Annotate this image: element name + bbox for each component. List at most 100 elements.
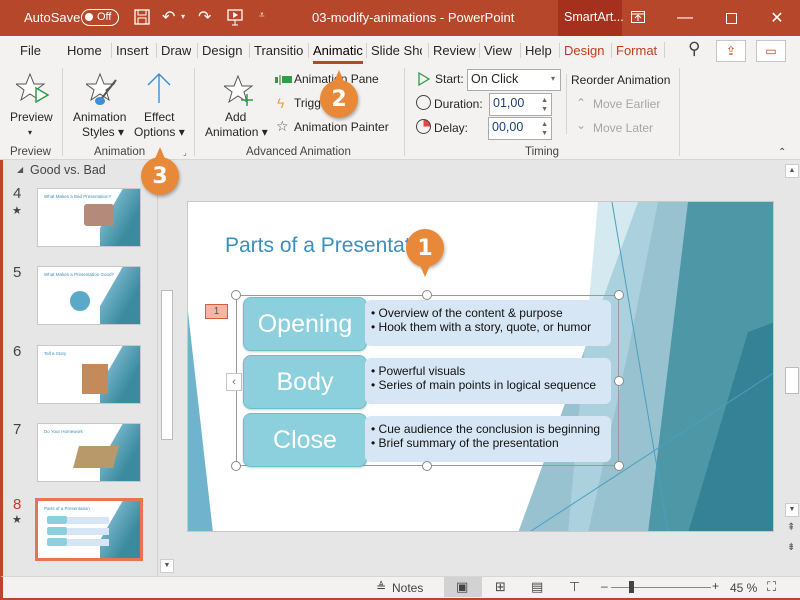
thumbnails-scrollbar[interactable]: ▼ — [157, 160, 175, 576]
animation-order-tag[interactable]: 1 — [205, 304, 228, 319]
zoom-level[interactable]: 45 % — [730, 581, 757, 595]
document-title: 03-modify-animations - PowerPoint — [312, 10, 515, 25]
slide-thumbnail[interactable]: Do Your Homework — [37, 423, 141, 482]
add-animation-button[interactable]: Add Animation ▾ — [202, 68, 272, 140]
resize-handle[interactable] — [614, 461, 624, 471]
minimize-icon: — — [677, 9, 693, 26]
smartart-shape-body[interactable]: Body — [243, 355, 367, 409]
next-slide-icon[interactable]: ⇟ — [787, 542, 795, 553]
resize-handle[interactable] — [614, 290, 624, 300]
save-icon[interactable] — [134, 9, 150, 25]
tab-smartart-design[interactable]: Design — [559, 43, 604, 58]
delay-clock-icon — [416, 119, 431, 134]
minimize-button[interactable]: — — [662, 0, 708, 36]
zoom-slider[interactable] — [611, 587, 711, 588]
section-title[interactable]: Good vs. Bad — [30, 163, 106, 177]
delay-input[interactable]: 00,00 ▲ ▼ — [488, 117, 552, 140]
start-dropdown[interactable]: On Click ▾ — [467, 69, 561, 91]
add-animation-icon — [224, 74, 254, 106]
slideshow-view-icon[interactable]: ⊤ — [569, 579, 580, 595]
notes-button[interactable]: ≜ Notes — [376, 577, 436, 597]
zoom-out-icon[interactable]: – — [601, 579, 608, 593]
smartart-text-body[interactable]: • Powerful visuals • Series of main point… — [365, 358, 611, 404]
chevron-down-icon: ⌄ — [576, 118, 587, 132]
smartart-shape-opening[interactable]: Opening — [243, 297, 367, 351]
move-later-button[interactable]: ⌄ Move Later — [576, 118, 676, 136]
undo-icon[interactable]: ↶ — [162, 7, 175, 27]
resize-handle[interactable] — [231, 461, 241, 471]
tab-home[interactable]: Home — [67, 43, 102, 58]
close-button[interactable]: ✕ — [754, 0, 800, 36]
previous-slide-icon[interactable]: ⇞ — [787, 522, 795, 533]
search-icon[interactable]: ⚲ — [688, 39, 700, 59]
resize-handle[interactable] — [422, 290, 432, 300]
tab-review[interactable]: Review — [428, 43, 476, 58]
resize-handle[interactable] — [231, 290, 241, 300]
normal-view-button[interactable]: ▣ — [444, 577, 482, 597]
customize-qat-icon[interactable]: ⩡ — [259, 10, 265, 21]
callout-badge: 1 — [406, 229, 444, 277]
slide-thumbnail[interactable]: Tell a Story — [37, 345, 141, 404]
ribbon: Preview ▾ Preview Animation Styles ▾ Eff… — [0, 64, 800, 160]
comments-button[interactable]: ▭ — [756, 40, 786, 62]
effect-options-button[interactable]: Effect Options ▾ — [134, 68, 188, 140]
smartart-text-close[interactable]: • Cue audience the conclusion is beginni… — [365, 416, 611, 462]
arrow-up-icon — [147, 73, 171, 103]
resize-handle[interactable] — [614, 376, 624, 386]
animation-pane-icon — [275, 75, 292, 85]
tab-insert[interactable]: Insert — [111, 43, 149, 58]
tab-file[interactable]: File — [20, 43, 41, 58]
animation-styles-button[interactable]: Animation Styles ▾ — [70, 68, 134, 140]
zoom-slider-thumb[interactable] — [629, 581, 634, 593]
dialog-launcher-icon[interactable]: ⌟ — [183, 148, 187, 157]
maximize-icon — [725, 12, 737, 24]
painter-icon: ☆ — [276, 118, 289, 134]
tab-slide-show[interactable]: Slide Shc — [366, 43, 422, 58]
notes-icon: ≜ — [376, 580, 387, 594]
fit-to-window-icon[interactable]: ⛶ — [767, 579, 776, 595]
text-pane-toggle-icon[interactable]: ‹ — [226, 373, 242, 391]
chevron-down-icon: ▾ — [550, 74, 555, 83]
tab-view[interactable]: View — [479, 43, 512, 58]
animation-star-icon: ★ — [12, 514, 22, 526]
editor-scrollbar[interactable]: ▲ ▼ ⇞ ⇟ — [784, 160, 800, 576]
redo-icon[interactable]: ↷ — [198, 7, 211, 27]
resize-handle[interactable] — [422, 461, 432, 471]
tab-transitions[interactable]: Transitio — [249, 43, 305, 58]
section-collapse-icon[interactable]: ◢ — [17, 165, 23, 174]
scrollbar-thumb[interactable] — [785, 367, 799, 394]
undo-dropdown-icon[interactable]: ▾ — [181, 12, 185, 21]
start-label: Start: — [435, 72, 464, 86]
duration-input[interactable]: 01,00 ▲ ▼ — [489, 93, 552, 116]
scrollbar-thumb[interactable] — [161, 290, 173, 440]
close-icon: ✕ — [770, 10, 784, 27]
reading-view-icon[interactable]: ▤ — [531, 579, 543, 595]
slide-thumbnail-selected[interactable]: Parts of a Presentation — [35, 498, 143, 561]
tab-smartart-format[interactable]: Format — [611, 43, 657, 58]
scroll-down-icon[interactable]: ▼ — [785, 503, 799, 517]
slide-thumbnail[interactable]: What Makes a Bad Presentation? — [37, 188, 141, 247]
collapse-ribbon-icon[interactable]: ⌃ — [778, 147, 786, 158]
share-button[interactable]: ⇪ — [716, 40, 746, 62]
slide-thumbnail[interactable]: What Makes a Presentation Good? — [37, 266, 141, 325]
autosave-toggle[interactable]: Off — [81, 9, 119, 26]
tab-design[interactable]: Design — [197, 43, 242, 58]
tab-animations[interactable]: Animatic — [308, 43, 365, 58]
scroll-up-icon[interactable]: ▲ — [785, 164, 799, 178]
smartart-shape-close[interactable]: Close — [243, 413, 367, 467]
animation-painter-button[interactable]: ☆ Animation Painter — [274, 118, 394, 136]
comment-icon: ▭ — [765, 44, 777, 58]
delay-label: Delay: — [434, 121, 469, 135]
zoom-in-icon[interactable]: + — [712, 579, 719, 593]
move-earlier-button[interactable]: ⌃ Move Earlier — [576, 96, 676, 112]
tab-help[interactable]: Help — [520, 43, 552, 58]
present-icon[interactable] — [227, 9, 243, 26]
maximize-button[interactable] — [708, 0, 754, 36]
smartart-text-opening[interactable]: • Overview of the content & purpose • Hoo… — [365, 300, 611, 346]
slide-sorter-icon[interactable]: ⊞ — [495, 579, 506, 595]
scroll-down-icon[interactable]: ▼ — [160, 559, 174, 573]
slide-canvas[interactable]: Parts of a Presentation 1 ‹ Opening • Ov… — [187, 201, 774, 532]
ribbon-display-icon[interactable] — [631, 11, 645, 23]
preview-button[interactable]: Preview ▾ — [6, 68, 58, 140]
tab-draw[interactable]: Draw — [156, 43, 191, 58]
